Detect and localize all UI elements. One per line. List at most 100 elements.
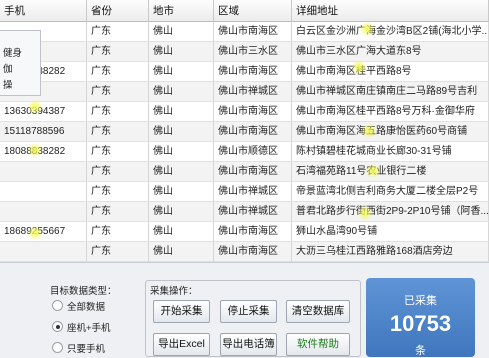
- cell-district[interactable]: 佛山市南海区: [214, 162, 292, 182]
- cell-province[interactable]: 广东: [87, 202, 149, 222]
- radio-mobile-only-label[interactable]: 只要手机: [67, 341, 105, 355]
- table-row[interactable]: 18689255667广东佛山佛山市南海区狮山水晶湾90号铺: [0, 222, 489, 242]
- cell-address[interactable]: 帝景蓝湾北侧吉利商务大厦二楼全层P2号: [292, 182, 489, 202]
- cell-province[interactable]: 广东: [87, 42, 149, 62]
- cell-province[interactable]: 广东: [87, 82, 149, 102]
- cell-district[interactable]: 佛山市南海区: [214, 22, 292, 42]
- cell-address[interactable]: 白云区金沙洲广海金沙湾B区2铺(海北小学...: [292, 22, 489, 42]
- cell-province[interactable]: 广东: [87, 62, 149, 82]
- cell-city[interactable]: 佛山: [149, 142, 214, 162]
- col-header-district[interactable]: 区域: [214, 0, 292, 22]
- cell-address[interactable]: 狮山水晶湾90号铺: [292, 222, 489, 242]
- table-header: 手机 省份 地市 区域 详细地址: [0, 0, 489, 22]
- col-header-phone[interactable]: 手机: [0, 0, 87, 22]
- cell-city[interactable]: 佛山: [149, 62, 214, 82]
- col-header-address[interactable]: 详细地址: [292, 0, 489, 22]
- table-row[interactable]: 15118788596 广东 佛山 佛山市南海区 佛山市南海区海五路康怡医药60号商铺: [0, 122, 489, 142]
- table-row[interactable]: 广东 佛山 佛山市禅城区 普君北路步行街西街2P9-2P10号铺（阿香...: [0, 202, 489, 222]
- cell-district[interactable]: 佛山市禅城区: [214, 202, 292, 222]
- cell-district[interactable]: 佛山市南海区: [214, 242, 292, 262]
- cell-province[interactable]: 广东: [87, 142, 149, 162]
- cell-city[interactable]: 佛山: [149, 82, 214, 102]
- highlight-mark: [28, 226, 42, 240]
- cell-address[interactable]: 佛山市南海区海五路康怡医药60号商铺: [292, 122, 489, 142]
- table-row[interactable]: 广东 佛山 佛山市南海区 石湾福苑路11号农业银行二楼: [0, 162, 489, 182]
- table-row[interactable]: 18088838282广东佛山佛山市南海区佛山市南海区桂平西路8号: [0, 62, 489, 82]
- table-row[interactable]: 广东 佛山 佛山市禅城区 帝景蓝湾北侧吉利商务大厦二楼全层P2号: [0, 182, 489, 202]
- category-list-box[interactable]: 健身 伽 操: [0, 30, 41, 96]
- export-excel-button[interactable]: 导出Excel: [153, 333, 210, 356]
- radio-landline-mobile-label[interactable]: 座机+手机: [67, 320, 111, 334]
- radio-landline-mobile[interactable]: [52, 321, 63, 332]
- radio-mobile-only[interactable]: [52, 342, 63, 353]
- cell-province[interactable]: 广东: [87, 222, 149, 242]
- clear-database-button[interactable]: 清空数据库: [286, 300, 350, 323]
- category-item[interactable]: 健身: [3, 45, 22, 59]
- target-type-title: 目标数据类型：: [50, 286, 117, 297]
- cell-address[interactable]: 佛山市南海区桂平西路8号万科·金御华府: [292, 102, 489, 122]
- table-row[interactable]: 广东 佛山 佛山市南海区 大沥三乌桂江西路雅路168酒店旁边: [0, 242, 489, 262]
- cell-district[interactable]: 佛山市禅城区: [214, 82, 292, 102]
- cell-district[interactable]: 佛山市禅城区: [214, 182, 292, 202]
- cell-city[interactable]: 佛山: [149, 202, 214, 222]
- cell-address[interactable]: 佛山市禅城区南庄镇南庄二马路89号吉利: [292, 82, 489, 102]
- counter-value: 10753: [389, 311, 452, 336]
- cell-city[interactable]: 佛山: [149, 222, 214, 242]
- cell-address[interactable]: 佛山市三水区广海大道东8号: [292, 42, 489, 62]
- cell-city[interactable]: 佛山: [149, 122, 214, 142]
- cell-province[interactable]: 广东: [87, 102, 149, 122]
- cell-city[interactable]: 佛山: [149, 22, 214, 42]
- cell-phone[interactable]: [0, 162, 87, 182]
- cell-address[interactable]: 大沥三乌桂江西路雅路168酒店旁边: [292, 242, 489, 262]
- cell-city[interactable]: 佛山: [149, 102, 214, 122]
- cell-phone[interactable]: 13630394387: [0, 102, 87, 122]
- cell-phone[interactable]: 15118788596: [0, 122, 87, 142]
- cell-district[interactable]: 佛山市顺德区: [214, 142, 292, 162]
- cell-phone[interactable]: 18689255667: [0, 222, 87, 242]
- radio-all-data-label[interactable]: 全部数据: [67, 299, 105, 313]
- cell-address[interactable]: 佛山市南海区桂平西路8号: [292, 62, 489, 82]
- cell-phone[interactable]: 18088838282: [0, 142, 87, 162]
- radio-all-data[interactable]: [52, 300, 63, 311]
- stop-collect-button[interactable]: 停止采集: [220, 300, 277, 323]
- table-row[interactable]: 13630394387广东佛山佛山市南海区佛山市南海区桂平西路8号万科·金御华府: [0, 102, 489, 122]
- highlight-mark: [362, 124, 376, 138]
- highlight-mark: [28, 100, 42, 114]
- cell-district[interactable]: 佛山市南海区: [214, 102, 292, 122]
- category-item[interactable]: 伽: [3, 61, 13, 75]
- cell-district[interactable]: 佛山市南海区: [214, 62, 292, 82]
- cell-address[interactable]: 普君北路步行街西街2P9-2P10号铺（阿香...: [292, 202, 489, 222]
- highlight-mark: [28, 143, 42, 157]
- software-help-button[interactable]: 软件帮助: [286, 333, 350, 356]
- highlight-mark: [358, 206, 372, 220]
- cell-city[interactable]: 佛山: [149, 182, 214, 202]
- cell-province[interactable]: 广东: [87, 162, 149, 182]
- cell-province[interactable]: 广东: [87, 182, 149, 202]
- table-row[interactable]: 广东 佛山 佛山市南海区 白云区金沙洲广海金沙湾B区2铺(海北小学...: [0, 22, 489, 42]
- cell-phone[interactable]: [0, 242, 87, 262]
- cell-province[interactable]: 广东: [87, 22, 149, 42]
- cell-province[interactable]: 广东: [87, 242, 149, 262]
- table-row[interactable]: 18088838282广东佛山佛山市顺德区陈村镇碧桂花城商业长廊30-31号铺: [0, 142, 489, 162]
- table-row[interactable]: 广东 佛山 佛山市三水区 佛山市三水区广海大道东8号: [0, 42, 489, 62]
- cell-city[interactable]: 佛山: [149, 242, 214, 262]
- category-item[interactable]: 操: [3, 77, 13, 91]
- cell-phone[interactable]: [0, 202, 87, 222]
- counter-unit: 条: [415, 345, 426, 357]
- cell-address[interactable]: 陈村镇碧桂花城商业长廊30-31号铺: [292, 142, 489, 162]
- start-collect-button[interactable]: 开始采集: [153, 300, 210, 323]
- col-header-city[interactable]: 地市: [149, 0, 214, 22]
- cell-phone[interactable]: [0, 182, 87, 202]
- export-phonebook-button[interactable]: 导出电话簿: [220, 333, 277, 356]
- cell-city[interactable]: 佛山: [149, 42, 214, 62]
- cell-address[interactable]: 石湾福苑路11号农业银行二楼: [292, 162, 489, 182]
- table-row[interactable]: 广东 佛山 佛山市禅城区 佛山市禅城区南庄镇南庄二马路89号吉利: [0, 82, 489, 102]
- cell-district[interactable]: 佛山市三水区: [214, 42, 292, 62]
- cell-city[interactable]: 佛山: [149, 162, 214, 182]
- cell-district[interactable]: 佛山市南海区: [214, 122, 292, 142]
- highlight-mark: [360, 22, 374, 36]
- col-header-province[interactable]: 省份: [87, 0, 149, 22]
- cell-province[interactable]: 广东: [87, 122, 149, 142]
- counter-label: 已采集: [404, 295, 437, 307]
- cell-district[interactable]: 佛山市南海区: [214, 222, 292, 242]
